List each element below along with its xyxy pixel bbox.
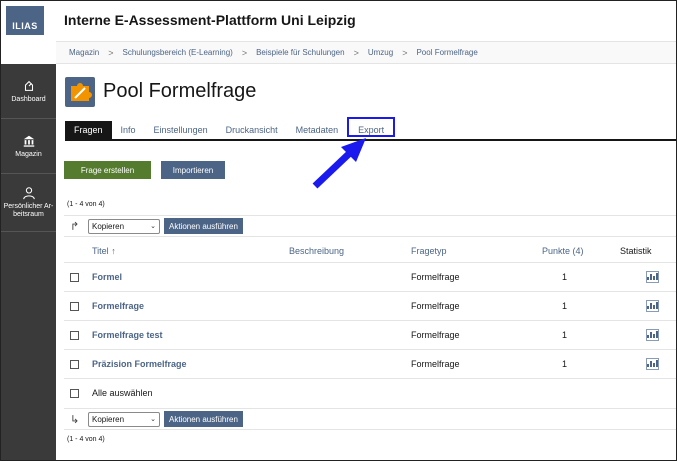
table-header: Titel ↑ Beschreibung Fragetyp Punkte (4)… [64,241,676,263]
question-points: 1 [562,359,568,369]
action-select[interactable]: Kopieren ⌄ [88,411,160,427]
chevron-right-icon: > [108,47,114,58]
tab-bar: Fragen Info Einstellungen Druckansicht M… [65,117,676,141]
pagination-count-bottom: (1 - 4 von 4) [67,436,105,443]
create-question-button[interactable]: Frage erstellen [64,161,151,179]
tab-metadaten[interactable]: Metadaten [287,121,348,139]
sidebar-item-label: Dashboard [11,95,46,103]
question-points: 1 [562,301,568,311]
column-header-points[interactable]: Punkte (4) [542,246,584,256]
sidebar-item-label: Persönlicher Ar-beitsraum [3,203,54,218]
bank-icon [23,135,34,147]
row-checkbox[interactable] [70,331,79,340]
question-title-link[interactable]: Formelfrage test [92,330,163,340]
arrow-up-right-icon: ↱ [70,220,80,233]
tab-info[interactable]: Info [112,121,145,139]
execute-actions-button[interactable]: Aktionen ausführen [164,218,243,234]
breadcrumb-item-beispiele[interactable]: Beispiele für Schulungen [256,48,345,57]
statistics-chart-icon[interactable] [646,271,659,283]
question-title-link[interactable]: Formel [92,272,122,282]
breadcrumb-item-schulungsbereich[interactable]: Schulungsbereich (E-Learning) [123,48,233,57]
table-row: Präzision Formelfrage Formelfrage 1 [64,350,676,379]
person-icon [22,187,35,200]
question-points: 1 [562,330,568,340]
column-header-statistics: Statistik [620,246,652,256]
page-title: Pool Formelfrage [103,80,257,102]
main-bar: Dashboard Magazin Persönlicher Ar-beitsr… [1,64,56,460]
table-row: Formelfrage Formelfrage 1 [64,292,676,321]
main-content: Pool Formelfrage Fragen Info Einstellung… [56,64,676,460]
header: ILIAS Interne E-Assessment-Plattform Uni… [1,1,676,41]
execute-actions-button[interactable]: Aktionen ausführen [164,411,243,427]
question-points: 1 [562,272,568,282]
column-header-title[interactable]: Titel ↑ [92,246,116,256]
select-all-checkbox[interactable] [70,389,79,398]
import-button[interactable]: Importieren [161,161,225,179]
statistics-chart-icon[interactable] [646,300,659,312]
statistics-chart-icon[interactable] [646,329,659,341]
column-header-title-label: Titel [92,246,109,256]
tab-export[interactable]: Export [347,117,396,137]
chevron-right-icon: > [402,47,408,58]
tab-einstellungen[interactable]: Einstellungen [145,121,217,139]
table-row: Formelfrage test Formelfrage 1 [64,321,676,350]
action-select-value: Kopieren [92,221,125,231]
column-header-description[interactable]: Beschreibung [289,246,344,256]
column-header-type[interactable]: Fragetyp [411,246,447,256]
question-type: Formelfrage [411,301,460,311]
app-title: Interne E-Assessment-Plattform Uni Leipz… [64,12,356,28]
dashboard-icon [24,80,33,91]
question-type: Formelfrage [411,272,460,282]
ilias-logo[interactable]: ILIAS [6,6,44,35]
question-title-link[interactable]: Formelfrage [92,301,144,311]
row-checkbox[interactable] [70,360,79,369]
arrow-down-right-icon: ↳ [70,413,80,426]
puzzle-icon [65,77,95,107]
tab-fragen[interactable]: Fragen [65,121,112,139]
question-type: Formelfrage [411,359,460,369]
question-title-link[interactable]: Präzision Formelfrage [92,359,187,369]
select-all-label: Alle auswählen [92,388,153,398]
action-bar-top: ↱ Kopieren ⌄ Aktionen ausführen [64,215,676,237]
row-checkbox[interactable] [70,273,79,282]
sidebar-item-label: Magazin [15,150,42,158]
statistics-chart-icon[interactable] [646,358,659,370]
select-all-row: Alle auswählen [64,382,676,405]
tab-druckansicht[interactable]: Druckansicht [217,121,287,139]
app-window: ILIAS Interne E-Assessment-Plattform Uni… [0,0,677,461]
table-row: Formel Formelfrage 1 [64,263,676,292]
action-select[interactable]: Kopieren ⌄ [88,218,160,234]
action-select-value: Kopieren [92,414,125,424]
breadcrumb-item-umzug[interactable]: Umzug [368,48,393,57]
chevron-right-icon: > [353,47,359,58]
chevron-down-icon: ⌄ [150,416,156,423]
sidebar-item-dashboard[interactable]: Dashboard [1,64,56,119]
chevron-right-icon: > [241,47,248,58]
question-type: Formelfrage [411,330,460,340]
row-checkbox[interactable] [70,302,79,311]
pagination-count-top: (1 - 4 von 4) [67,201,105,208]
sidebar-item-workspace[interactable]: Persönlicher Ar-beitsraum [1,174,56,232]
sidebar-item-magazin[interactable]: Magazin [1,119,56,174]
action-bar-bottom: ↳ Kopieren ⌄ Aktionen ausführen [64,408,676,430]
breadcrumb-item-magazin[interactable]: Magazin [69,48,99,57]
sort-arrow-up-icon: ↑ [111,246,116,256]
chevron-down-icon: ⌄ [150,223,156,230]
breadcrumb: Magazin > Schulungsbereich (E-Learning) … [56,41,676,64]
breadcrumb-item-pool[interactable]: Pool Formelfrage [416,48,477,57]
